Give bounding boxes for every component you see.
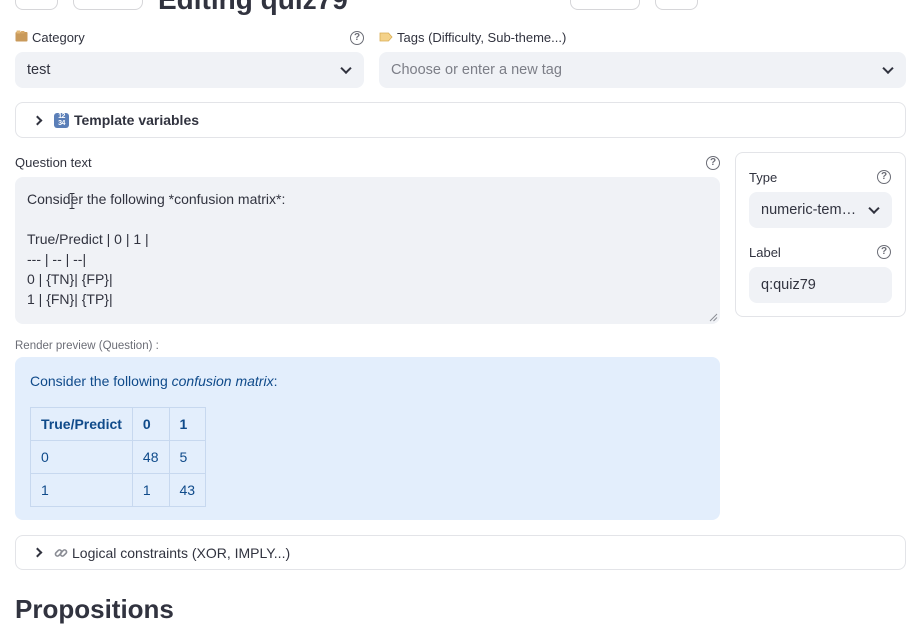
confusion-matrix-table: True/Predict 0 1 0 48 5 1 1 43 — [30, 407, 207, 507]
question-textarea[interactable]: Consider the following *confusion matrix… — [15, 177, 720, 324]
table-header-row: True/Predict 0 1 — [30, 407, 207, 441]
type-select[interactable]: numeric-tem… — [749, 192, 892, 228]
template-variables-expander[interactable]: 12 34 Template variables — [15, 102, 906, 138]
render-preview: Consider the following confusion matrix:… — [15, 357, 720, 520]
table-row: 0 48 5 — [30, 440, 207, 474]
label-field-label: Label — [749, 245, 781, 260]
category-help-icon[interactable]: ? — [350, 31, 364, 45]
category-select[interactable]: test — [15, 52, 364, 88]
action-button[interactable] — [570, 0, 640, 10]
logical-constraints-expander[interactable]: Logical constraints (XOR, IMPLY...) — [15, 535, 906, 570]
table-row: 1 1 43 — [30, 473, 207, 507]
type-help-icon[interactable]: ? — [877, 170, 891, 184]
question-help-icon[interactable]: ? — [706, 156, 720, 170]
category-label: Category — [15, 30, 85, 45]
tags-select[interactable]: Choose or enter a new tag — [379, 52, 906, 88]
type-label: Type — [749, 170, 778, 185]
preview-intro: Consider the following confusion matrix: — [30, 373, 278, 389]
card-index-dividers-icon — [15, 30, 28, 45]
text-cursor-icon — [69, 193, 75, 209]
label-input[interactable]: q:quiz79 — [749, 267, 892, 303]
preview-label: Render preview (Question) : — [15, 340, 159, 352]
tags-label: Tags (Difficulty, Sub-theme...) — [379, 30, 566, 45]
question-label: Question text — [15, 155, 92, 170]
propositions-heading: Propositions — [15, 594, 174, 624]
chevron-right-icon — [32, 115, 43, 125]
page-title: Editing quiz79 — [158, 0, 348, 16]
link-icon — [54, 546, 68, 560]
question-settings-card: Type ? numeric-tem… Label ? q:quiz79 — [735, 152, 906, 317]
back-button[interactable] — [15, 0, 58, 10]
label-tag-icon — [379, 30, 393, 45]
resize-handle-icon[interactable] — [708, 312, 718, 322]
menu-button[interactable] — [655, 0, 698, 10]
chevron-down-icon — [868, 202, 880, 215]
chevron-down-icon — [340, 62, 352, 75]
input-numbers-icon: 12 34 — [54, 112, 69, 128]
chevron-down-icon — [882, 62, 894, 75]
chevron-right-icon — [32, 547, 43, 558]
label-help-icon[interactable]: ? — [877, 245, 891, 259]
nav-button[interactable] — [73, 0, 143, 10]
